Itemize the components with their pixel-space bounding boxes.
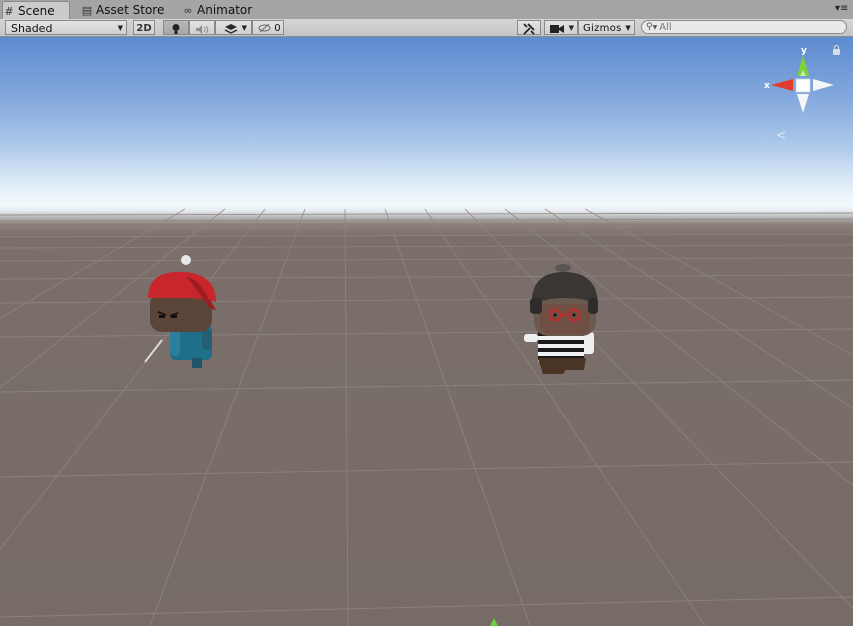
tab-animator[interactable]: ∞ Animator (182, 2, 262, 19)
camera-settings-dropdown[interactable]: ▼ (544, 20, 578, 35)
pirate-character[interactable] (140, 254, 220, 372)
lightbulb-icon (171, 22, 181, 35)
camera-icon (550, 22, 564, 35)
search-input[interactable] (659, 21, 830, 33)
orientation-gizmo[interactable]: y x (762, 44, 836, 118)
tab-scene[interactable]: # Scene (2, 1, 70, 20)
tab-asset-store[interactable]: ▤ Asset Store (81, 2, 167, 19)
scene-viewport[interactable] (0, 37, 853, 626)
layers-icon (224, 22, 238, 35)
lock-icon[interactable] (833, 45, 840, 55)
lighting-toggle-button[interactable] (163, 20, 189, 35)
context-menu-icon[interactable]: ▾≡ (835, 3, 848, 15)
hash-icon: # (4, 4, 14, 18)
chevron-down-icon: ▼ (241, 24, 247, 32)
ground-grid (0, 208, 853, 626)
draw-mode-dropdown[interactable]: Shaded ▼ (5, 20, 127, 35)
effects-toggle-button[interactable]: ▼ (215, 20, 252, 35)
gizmos-label: Gizmos (583, 23, 622, 34)
gizmo-y-label: y (801, 46, 807, 56)
wrench-icon (523, 22, 535, 35)
chevron-down-icon: ▼ (625, 24, 631, 32)
scene-toolbar: Shaded ▼ 2D ▼ 0 ▼ Gizmos ▼ ⚲ ▼ All (0, 19, 853, 37)
editor-tab-bar: # Scene ▤ Asset Store ∞ Animator ▾≡ (0, 0, 853, 20)
green-axis-marker (490, 618, 498, 626)
tab-label: Scene (18, 3, 55, 18)
chevron-down-icon: ▼ (117, 24, 123, 32)
perspective-arrow-icon[interactable]: < (776, 128, 786, 142)
gizmos-dropdown[interactable]: Gizmos ▼ (578, 20, 635, 35)
thief-character[interactable] (522, 258, 602, 376)
hidden-objects-toggle[interactable]: 0 (252, 20, 284, 35)
scene-search-field[interactable]: ⚲ ▼ (641, 20, 847, 34)
2d-toggle-button[interactable]: 2D (133, 20, 155, 35)
draw-mode-value: Shaded (11, 22, 53, 35)
tab-label: Animator (197, 3, 253, 17)
shopping-bag-icon: ▤ (81, 4, 93, 17)
chevron-down-icon: ▼ (652, 23, 658, 31)
search-icon: ⚲ (646, 22, 653, 32)
audio-toggle-button[interactable] (189, 20, 215, 35)
chevron-down-icon: ▼ (568, 24, 574, 32)
eye-crossed-icon (258, 23, 274, 34)
gizmo-x-label: x (764, 81, 770, 91)
scene-tools-button[interactable] (517, 20, 541, 35)
animator-nodes-icon: ∞ (183, 4, 193, 17)
tab-label: Asset Store (96, 3, 165, 17)
hidden-count: 0 (274, 23, 281, 34)
speaker-icon (195, 22, 209, 35)
